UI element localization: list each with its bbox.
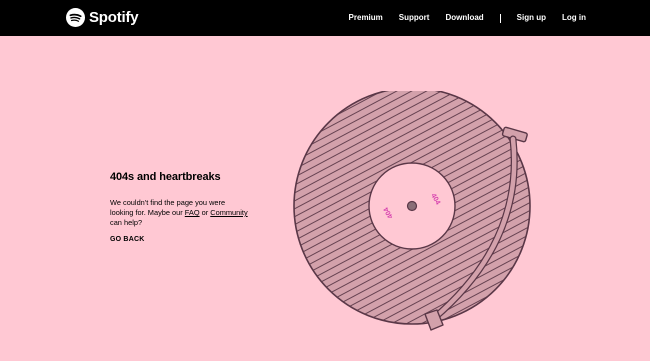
go-back-link[interactable]: GO BACK	[110, 236, 144, 243]
error-message-part3: can help?	[110, 218, 143, 227]
nav-signup-link[interactable]: Sign up	[517, 0, 546, 36]
community-link[interactable]: Community	[210, 208, 247, 217]
faq-link[interactable]: FAQ	[185, 208, 200, 217]
error-message-part2: or	[199, 208, 211, 217]
record-spindle	[406, 200, 418, 212]
spotify-logo-link[interactable]: Spotify	[66, 8, 139, 27]
nav-login-link[interactable]: Log in	[562, 0, 586, 36]
nav-premium-link[interactable]: Premium	[349, 0, 383, 36]
vinyl-record-illustration: 404 404	[293, 91, 531, 331]
error-message: We couldn't find the page you were looki…	[110, 198, 250, 228]
nav-download-link[interactable]: Download	[445, 0, 483, 36]
error-title: 404s and heartbreaks	[110, 171, 221, 183]
nav-support-link[interactable]: Support	[399, 0, 430, 36]
top-nav-bar: Spotify Premium Support Download Sign up…	[0, 0, 650, 36]
spotify-wordmark: Spotify	[89, 9, 139, 26]
main-nav: Premium Support Download Sign up Log in	[349, 0, 586, 36]
spotify-logo-icon	[66, 8, 85, 27]
error-page-main: 404s and heartbreaks We couldn't find th…	[0, 36, 650, 332]
error-content: 404s and heartbreaks We couldn't find th…	[110, 171, 250, 246]
nav-divider	[499, 13, 501, 23]
